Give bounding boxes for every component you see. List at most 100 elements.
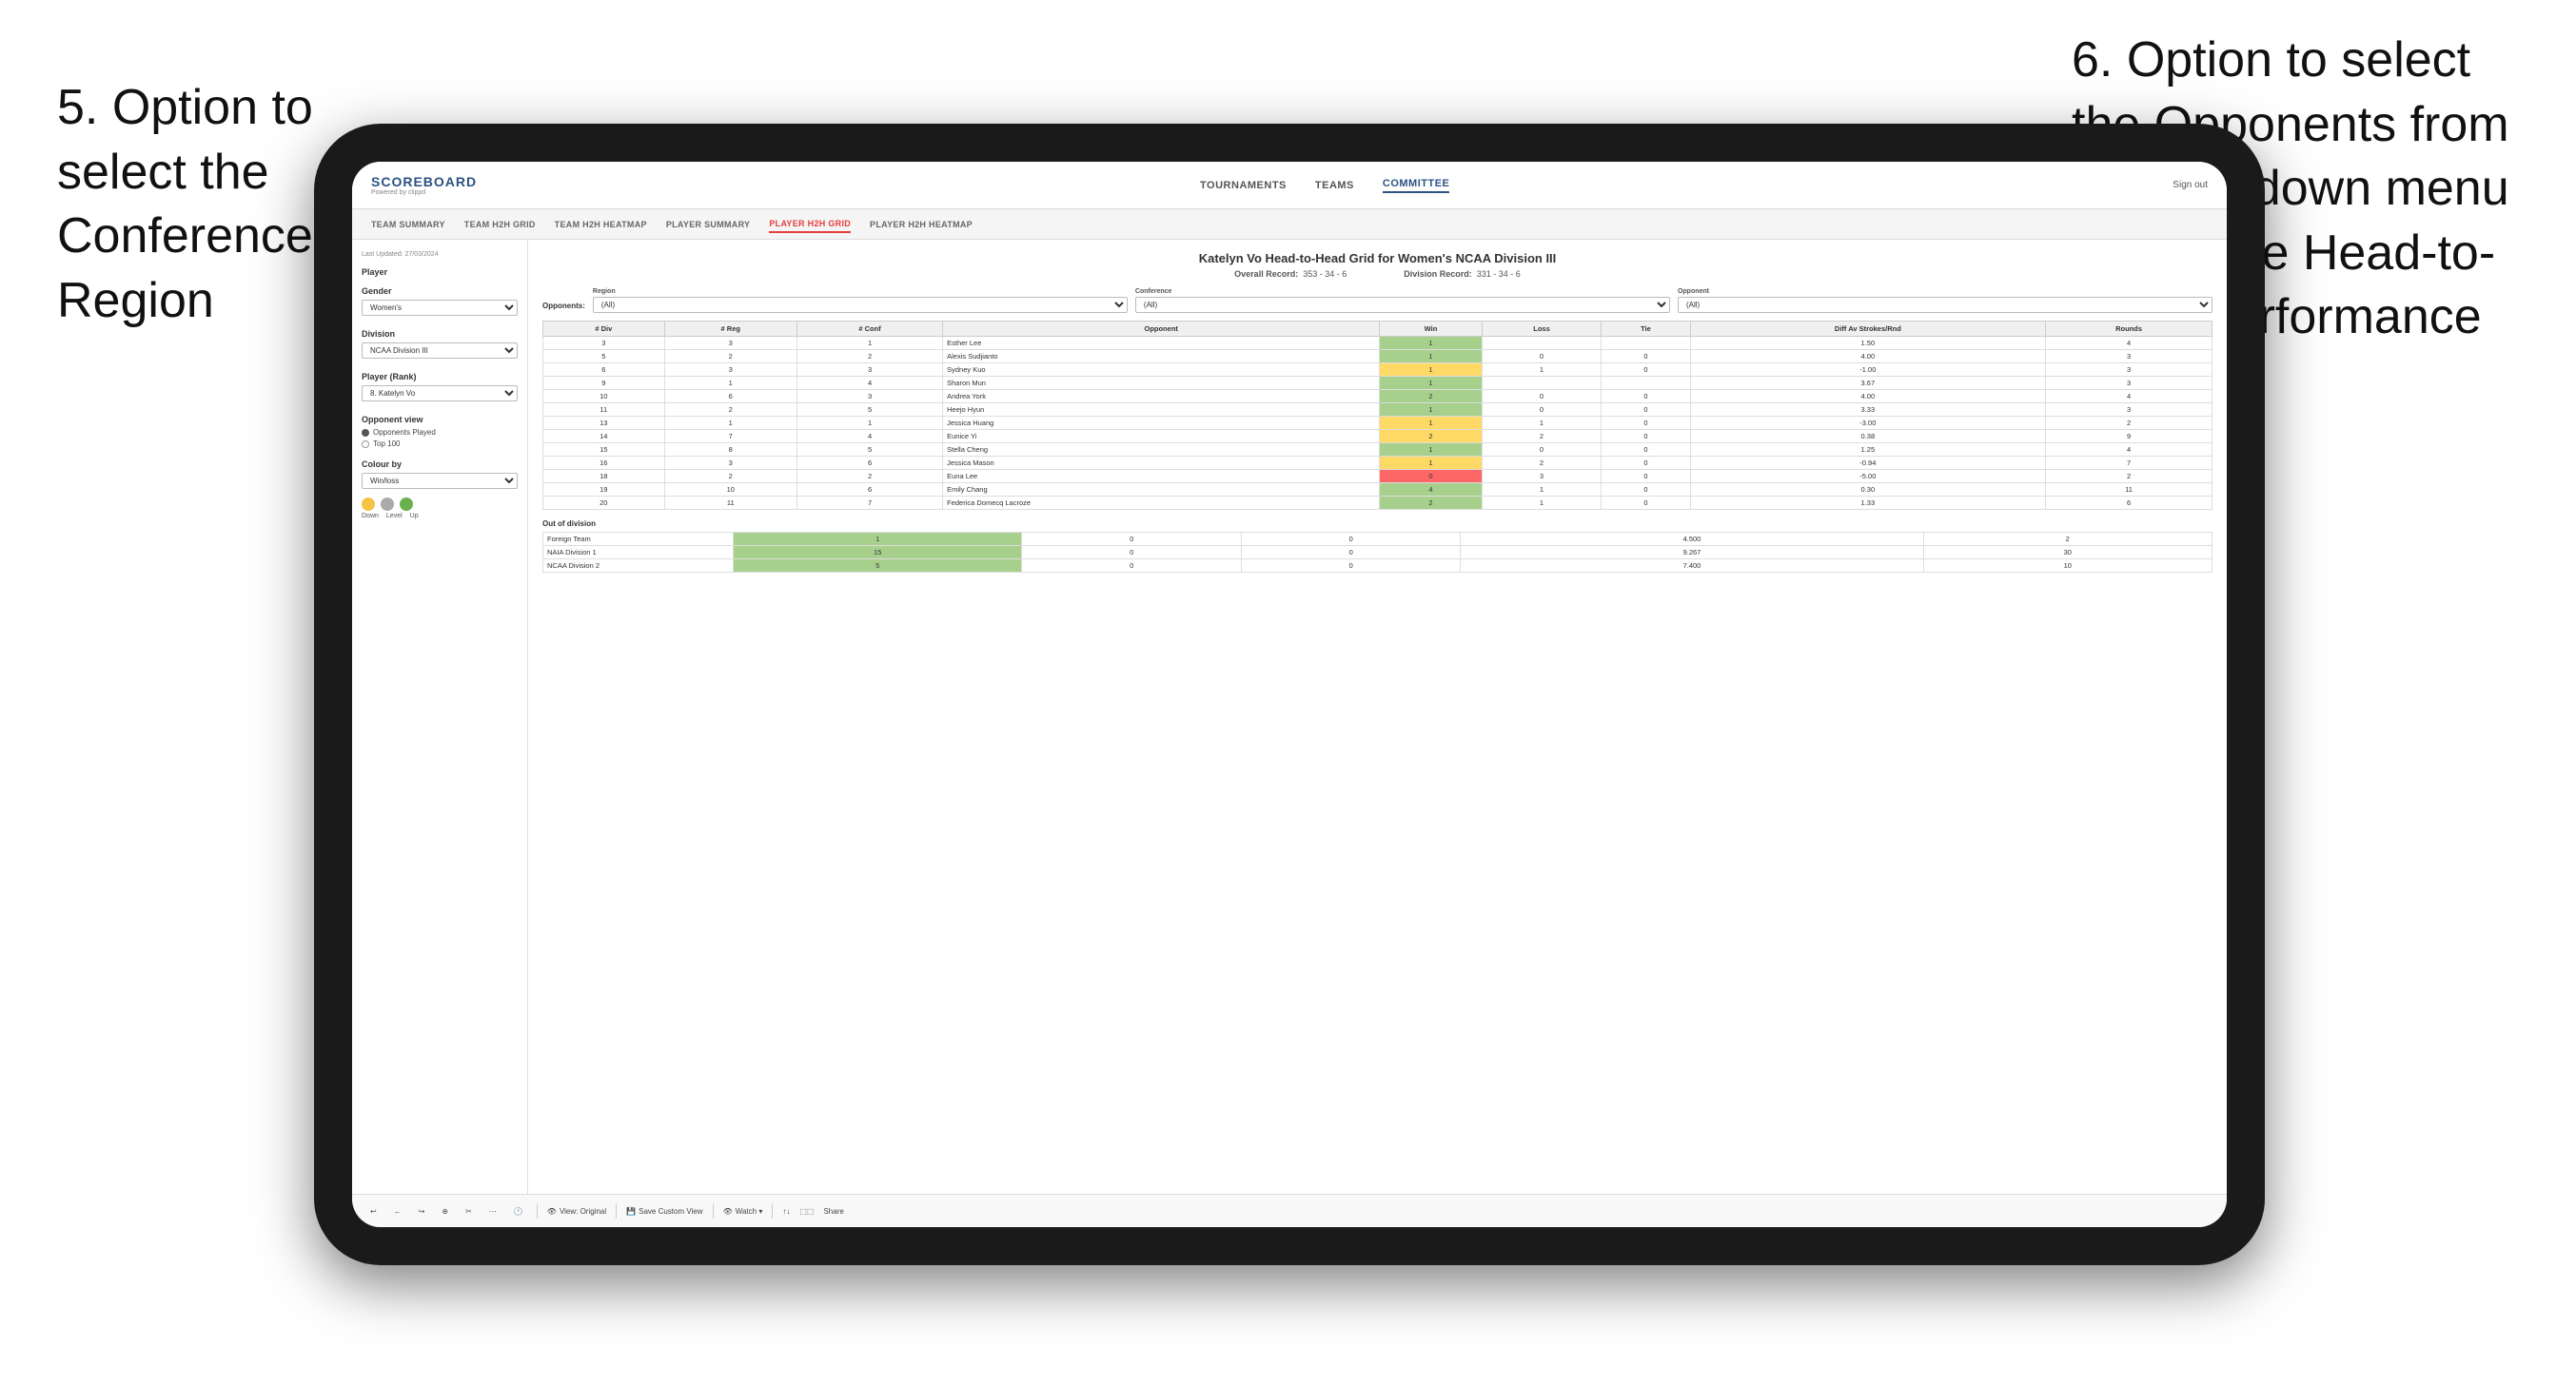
td-win: 1	[1380, 403, 1482, 417]
td-win: 1	[734, 533, 1022, 546]
td-tie: 0	[1602, 443, 1690, 457]
td-rounds: 4	[2046, 390, 2212, 403]
td-opponent: Jessica Huang	[943, 417, 1380, 430]
tablet-device: SCOREBOARD Powered by clippd TOURNAMENTS…	[314, 124, 2265, 1265]
subnav-team-h2h-grid[interactable]: TEAM H2H GRID	[464, 217, 536, 232]
out-of-division-table: Foreign Team 1 0 0 4.500 2 NAIA Division…	[542, 532, 2212, 573]
logo-area: SCOREBOARD Powered by clippd	[371, 174, 477, 196]
td-rounds: 4	[2046, 443, 2212, 457]
toolbar-watch[interactable]: 👁 Watch ▾	[723, 1207, 763, 1216]
td-rounds: 7	[2046, 457, 2212, 470]
td-rounds: 2	[2046, 417, 2212, 430]
td-reg: 3	[664, 457, 796, 470]
td-rounds: 4	[2046, 337, 2212, 350]
td-win: 0	[1380, 470, 1482, 483]
table-row: 20 11 7 Federica Domecq Lacroze 2 1 0 1.…	[543, 497, 2212, 510]
opponent-filter-select[interactable]: (All)	[1678, 297, 2212, 313]
region-filter-group: Region (All)	[593, 288, 1128, 313]
save-icon: 💾	[626, 1207, 636, 1216]
region-filter-select[interactable]: (All)	[593, 297, 1128, 313]
td-opponent: Emily Chang	[943, 483, 1380, 497]
toolbar-undo[interactable]: ↩	[366, 1205, 381, 1218]
subnav-player-h2h-heatmap[interactable]: PLAYER H2H HEATMAP	[870, 217, 973, 232]
td-diff: 9.267	[1461, 546, 1923, 559]
toolbar-cut[interactable]: ✂	[462, 1205, 476, 1218]
legend-down: Down	[362, 513, 379, 519]
right-panel: Katelyn Vo Head-to-Head Grid for Women's…	[528, 240, 2227, 1194]
td-diff: -0.94	[1690, 457, 2046, 470]
td-diff: 4.500	[1461, 533, 1923, 546]
subnav-player-h2h-grid[interactable]: PLAYER H2H GRID	[769, 216, 851, 233]
table-row: 5 2 2 Alexis Sudjianto 1 0 0 4.00 3	[543, 350, 2212, 363]
sign-out-link[interactable]: Sign out	[2173, 180, 2208, 190]
td-diff: 7.400	[1461, 559, 1923, 573]
toolbar-sep-3	[713, 1203, 714, 1219]
td-loss: 0	[1482, 350, 1602, 363]
td-diff: -3.00	[1690, 417, 2046, 430]
toolbar-share[interactable]: Share	[823, 1207, 843, 1216]
main-table: # Div # Reg # Conf Opponent Win Loss Tie…	[542, 321, 2212, 510]
th-loss: Loss	[1482, 322, 1602, 337]
legend-up: Up	[410, 513, 419, 519]
nav-teams[interactable]: TEAMS	[1315, 180, 1354, 191]
toolbar-grid[interactable]: ⬚⬚	[799, 1207, 814, 1216]
td-diff: 3.33	[1690, 403, 2046, 417]
subnav-team-summary[interactable]: TEAM SUMMARY	[371, 217, 445, 232]
nav-tournaments[interactable]: TOURNAMENTS	[1200, 180, 1287, 191]
td-win: 2	[1380, 430, 1482, 443]
opponent-filter-label: Opponent	[1678, 288, 2212, 295]
th-win: Win	[1380, 322, 1482, 337]
td-tie: 0	[1602, 497, 1690, 510]
td-loss	[1482, 377, 1602, 390]
toolbar-view-original[interactable]: 👁 View: Original	[547, 1207, 606, 1216]
subnav-player-summary[interactable]: PLAYER SUMMARY	[666, 217, 751, 232]
td-diff: -5.00	[1690, 470, 2046, 483]
toolbar-more[interactable]: ⋯	[485, 1205, 501, 1218]
conference-filter-select[interactable]: (All)	[1135, 297, 1670, 313]
share-label: Share	[823, 1207, 843, 1216]
radio-opponents-played[interactable]: Opponents Played	[362, 428, 518, 437]
td-rounds: 3	[2046, 363, 2212, 377]
division-select[interactable]: NCAA Division III	[362, 342, 518, 359]
td-rounds: 10	[1923, 559, 2212, 573]
player-rank-select[interactable]: 8. Katelyn Vo	[362, 385, 518, 401]
nav-committee[interactable]: COMMITTEE	[1383, 178, 1450, 193]
toolbar-redo[interactable]: ↪	[415, 1205, 429, 1218]
th-diff: Diff Av Strokes/Rnd	[1690, 322, 2046, 337]
color-legend	[362, 498, 518, 511]
td-win: 4	[1380, 483, 1482, 497]
td-diff: 1.50	[1690, 337, 2046, 350]
td-div: 16	[543, 457, 665, 470]
radio-label-1: Opponents Played	[373, 428, 436, 437]
conference-filter-group: Conference (All)	[1135, 288, 1670, 313]
sidebar: Last Updated: 27/03/2024 Player Gender W…	[352, 240, 528, 1194]
toolbar-clock[interactable]: 🕐	[510, 1205, 527, 1218]
colour-by-select[interactable]: Win/loss	[362, 473, 518, 489]
division-label: Division	[362, 329, 518, 339]
td-win: 1	[1380, 350, 1482, 363]
main-content: Last Updated: 27/03/2024 Player Gender W…	[352, 240, 2227, 1194]
toolbar-add[interactable]: ⊕	[438, 1205, 452, 1218]
radio-top100[interactable]: Top 100	[362, 439, 518, 448]
td-reg: 2	[664, 350, 796, 363]
gender-select[interactable]: Women's	[362, 300, 518, 316]
td-conf: 2	[796, 350, 942, 363]
td-conf: 7	[796, 497, 942, 510]
subnav-team-h2h-heatmap[interactable]: TEAM H2H HEATMAP	[555, 217, 647, 232]
td-opponent: Euna Lee	[943, 470, 1380, 483]
td-opponent: Jessica Mason	[943, 457, 1380, 470]
td-win: 1	[1380, 417, 1482, 430]
toolbar-save-custom[interactable]: 💾 Save Custom View	[626, 1207, 702, 1216]
td-conf: 6	[796, 483, 942, 497]
td-win: 1	[1380, 443, 1482, 457]
td-diff: 1.25	[1690, 443, 2046, 457]
toolbar-sort[interactable]: ↑↓	[782, 1207, 790, 1216]
toolbar-back[interactable]: ←	[390, 1205, 405, 1218]
table-row: NAIA Division 1 15 0 0 9.267 30	[543, 546, 2212, 559]
td-conf: 6	[796, 457, 942, 470]
th-div: # Div	[543, 322, 665, 337]
td-diff: -1.00	[1690, 363, 2046, 377]
td-opponent: Sydney Kuo	[943, 363, 1380, 377]
td-reg: 2	[664, 403, 796, 417]
td-win: 2	[1380, 497, 1482, 510]
